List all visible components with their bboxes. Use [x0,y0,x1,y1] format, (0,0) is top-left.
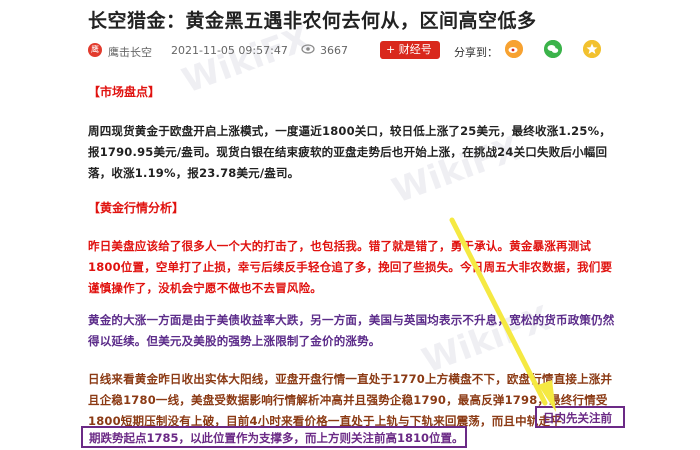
paragraph-market-review: 周四现货黄金于欧盘开启上涨模式，一度逼近1800关口，较日低上涨了25美元，最终… [88,124,612,180]
article-meta: 鹰 鹰击长空 2021-11-05 09:57:47 3667 + 财经号 分享… [88,40,608,62]
view-count: 3667 [320,44,348,57]
highlight-text-support: 期跌势起点1785，以此位置作为支撑多，而上方则关注前高1810位置。 [89,431,464,445]
highlight-box-intraday: 日内先关注前 [535,406,625,428]
highlight-box-support: 期跌势起点1785，以此位置作为支撑多，而上方则关注前高1810位置。 [81,426,467,448]
paragraph-gold-analysis-1: 昨日美盘应该给了很多人一个大的打击了，也包括我。错了就是错了，勇于承认。黄金暴涨… [88,239,613,295]
share-label: 分享到： [454,46,498,59]
section-heading-market: 【市场盘点】 [88,85,161,99]
weibo-share-icon[interactable] [505,40,523,58]
qzone-share-icon[interactable] [583,40,601,58]
article-page: WikiFX WikiFX WikiFX 长空猎金：黄金黑五遇非农何去何从，区间… [0,0,700,450]
article-title: 长空猎金：黄金黑五遇非农何去何从，区间高空低多 [88,10,537,32]
publish-date: 2021-11-05 09:57:47 [171,44,288,57]
follow-button[interactable]: + 财经号 [380,41,440,59]
highlight-text-intraday: 日内先关注前 [543,411,612,425]
wechat-share-icon[interactable] [544,40,562,58]
author-name[interactable]: 鹰击长空 [108,44,152,60]
eye-icon [301,44,315,54]
author-avatar[interactable]: 鹰 [88,43,102,57]
section-heading-gold-analysis: 【黄金行情分析】 [88,201,185,215]
paragraph-gold-analysis-2: 黄金的大涨一方面是由于美债收益率大跌，另一方面，美国与英国均表示不升息，宽松的货… [88,313,615,348]
